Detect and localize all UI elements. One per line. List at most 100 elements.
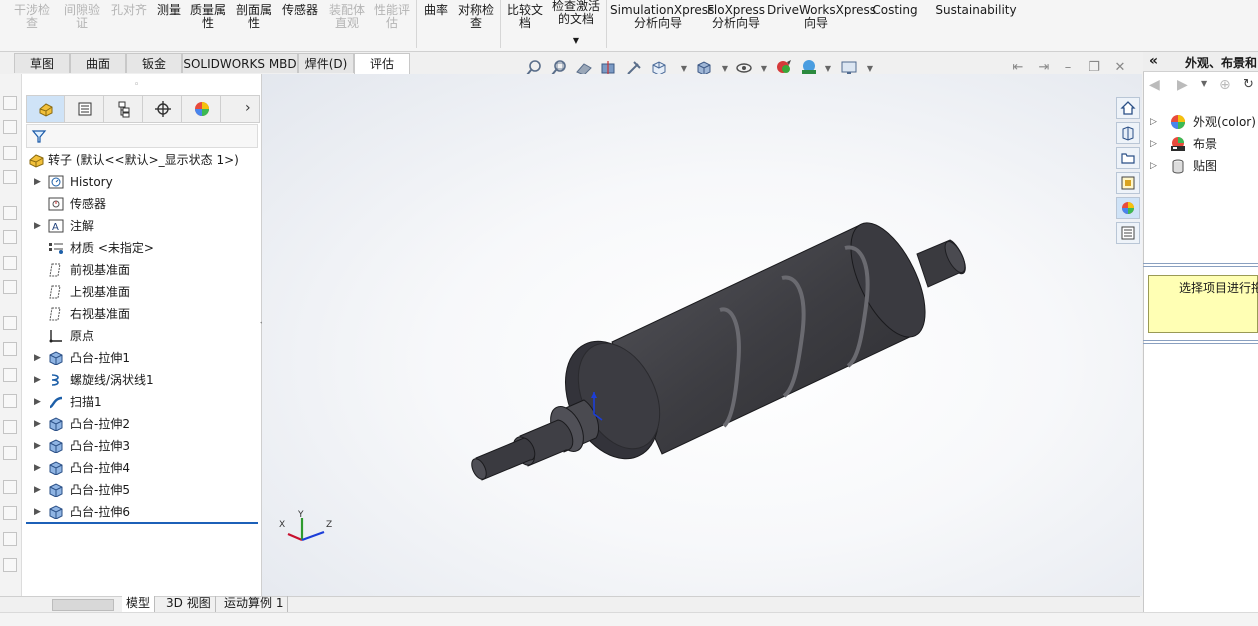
chevron-down-icon[interactable]: ▼ (1201, 79, 1207, 88)
tab-view-palette[interactable] (1116, 172, 1140, 194)
toolbar-icon[interactable] (3, 558, 17, 572)
mass-properties-button[interactable]: 质量属 性 (187, 4, 229, 30)
hole-alignment-button[interactable]: 孔对齐 (107, 4, 151, 17)
toolbar-icon[interactable] (3, 280, 17, 294)
filter-icon[interactable] (31, 128, 47, 144)
toolbar-icon[interactable] (3, 170, 17, 184)
ribbon-separator (500, 0, 501, 48)
expand-arrow-icon[interactable]: ▶ (34, 392, 44, 412)
toolbar-icon[interactable] (3, 420, 17, 434)
toolbar-icon[interactable] (3, 120, 17, 134)
custom-properties-icon (1121, 226, 1135, 240)
tab-file-explorer[interactable] (1116, 147, 1140, 169)
tab-dimxpert-manager[interactable] (144, 96, 182, 122)
history-icon (48, 175, 64, 189)
expand-arrow-icon[interactable]: ▷ (1150, 134, 1157, 154)
toolbar-icon[interactable] (3, 96, 17, 110)
driveworksxpress-button[interactable]: DriveWorksXpress 向导 (767, 4, 876, 30)
toolbar-icon[interactable] (3, 230, 17, 244)
add-location-icon[interactable]: ⊕ (1219, 77, 1231, 93)
display-manager-icon (194, 102, 209, 116)
tab-configuration-manager[interactable] (105, 96, 143, 122)
toolbar-icon[interactable] (3, 480, 17, 494)
tab-display-manager[interactable] (183, 96, 221, 122)
measure-button[interactable]: 测量 (152, 4, 186, 17)
tab-surfaces[interactable]: 曲面 (70, 53, 126, 73)
sensor-button[interactable]: 传感器 (278, 4, 322, 17)
extrude-icon (49, 483, 63, 497)
symmetry-check-button[interactable]: 对称检 查 (455, 4, 497, 30)
tab-motion-study-1[interactable]: 运动算例 1 (220, 596, 289, 612)
rotor-3d-model[interactable] (262, 74, 1142, 596)
tab-scroll-arrows[interactable] (52, 599, 114, 611)
toolbar-icon[interactable] (3, 446, 17, 460)
tab-feature-manager[interactable] (27, 96, 65, 122)
tab-mbd[interactable]: SOLIDWORKS MBD (182, 53, 298, 73)
performance-evaluation-button[interactable]: 性能评 估 (371, 4, 413, 30)
expand-arrow-icon[interactable]: ▶ (34, 458, 44, 478)
toolbar-icon[interactable] (3, 206, 17, 220)
toolbar-icon[interactable] (3, 394, 17, 408)
toolbar-icon[interactable] (3, 368, 17, 382)
toolbar-icon[interactable] (3, 506, 17, 520)
section-properties-button[interactable]: 剖面属 性 (233, 4, 275, 30)
tab-sketch[interactable]: 草图 (14, 53, 70, 73)
tab-property-manager[interactable] (66, 96, 104, 122)
check-active-document-button[interactable]: 检查激活 的文档 ▼ (549, 0, 603, 47)
expand-arrow-icon[interactable]: ▷ (1150, 112, 1157, 132)
toolbar-icon[interactable] (3, 342, 17, 356)
tab-weldments[interactable]: 焊件(D) (298, 53, 354, 73)
costing-button[interactable]: Costing (868, 4, 922, 17)
expand-arrow-icon[interactable]: ▷ (1150, 156, 1157, 176)
simulationxpress-button[interactable]: SimulationXpress 分析向导 (610, 4, 714, 30)
tab-custom-properties[interactable] (1116, 222, 1140, 244)
feature-tree-filter-bar[interactable] (26, 124, 258, 148)
chevron-right-icon[interactable]: › (245, 100, 251, 116)
task-pane-hint-box: 选择项目进行拖 (1148, 275, 1258, 333)
panel-splitter-handle[interactable]: ◦ (134, 80, 144, 90)
chevron-down-icon[interactable]: ▼ (549, 34, 603, 47)
toolbar-icon[interactable] (3, 532, 17, 546)
tab-evaluate[interactable]: 评估 (354, 53, 410, 74)
tab-appearances-scenes[interactable] (1116, 197, 1140, 219)
curvature-button[interactable]: 曲率 (420, 4, 452, 17)
expand-arrow-icon[interactable]: ▶ (34, 502, 44, 522)
toolbar-icon[interactable] (3, 146, 17, 160)
forward-icon[interactable]: ▶ (1177, 77, 1188, 93)
expand-arrow-icon[interactable]: ▶ (34, 436, 44, 456)
sensor-icon (48, 197, 64, 211)
home-icon (1120, 101, 1136, 115)
extrude-icon (49, 417, 63, 431)
back-icon[interactable]: ◀ (1149, 77, 1160, 93)
expand-arrow-icon[interactable]: ▶ (34, 348, 44, 368)
toolbar-icon[interactable] (3, 316, 17, 330)
expand-arrow-icon[interactable]: ▶ (34, 370, 44, 390)
appearance-icon (1122, 202, 1134, 214)
refresh-icon[interactable]: ↻ (1243, 77, 1254, 92)
expand-arrow-icon[interactable]: ▶ (34, 216, 44, 236)
pane-splitter[interactable] (1143, 263, 1258, 267)
floxpress-button[interactable]: FloXpress 分析向导 (707, 4, 765, 30)
tab-3d-view[interactable]: 3D 视图 (162, 596, 216, 612)
interference-detection-button[interactable]: 干涉检 查 (10, 4, 54, 30)
expand-arrow-icon[interactable]: ▶ (34, 172, 44, 192)
plane-icon (49, 307, 61, 321)
left-toolbar-strip (0, 74, 22, 620)
expand-arrow-icon[interactable]: ▶ (34, 414, 44, 434)
tab-model[interactable]: 模型 (122, 596, 156, 612)
pane-splitter[interactable] (1143, 340, 1258, 344)
clearance-verification-button[interactable]: 间隙验 证 (60, 4, 104, 30)
assembly-visualization-button[interactable]: 装配体 直观 (326, 4, 368, 30)
appearance-icon (1171, 115, 1185, 129)
collapse-pane-icon[interactable]: « (1149, 53, 1158, 69)
compare-documents-button[interactable]: 比较文 档 (504, 4, 546, 30)
tab-sheet-metal[interactable]: 钣金 (126, 53, 182, 73)
tab-design-library[interactable] (1116, 122, 1140, 144)
view-triad[interactable] (280, 510, 340, 550)
expand-arrow-icon[interactable]: ▶ (34, 480, 44, 500)
toolbar-icon[interactable] (3, 256, 17, 270)
sustainability-button[interactable]: Sustainability (934, 4, 1018, 17)
rollback-bar[interactable] (26, 522, 258, 524)
graphics-area[interactable]: X Y Z (262, 74, 1142, 596)
tab-solidworks-resources[interactable] (1116, 97, 1140, 119)
